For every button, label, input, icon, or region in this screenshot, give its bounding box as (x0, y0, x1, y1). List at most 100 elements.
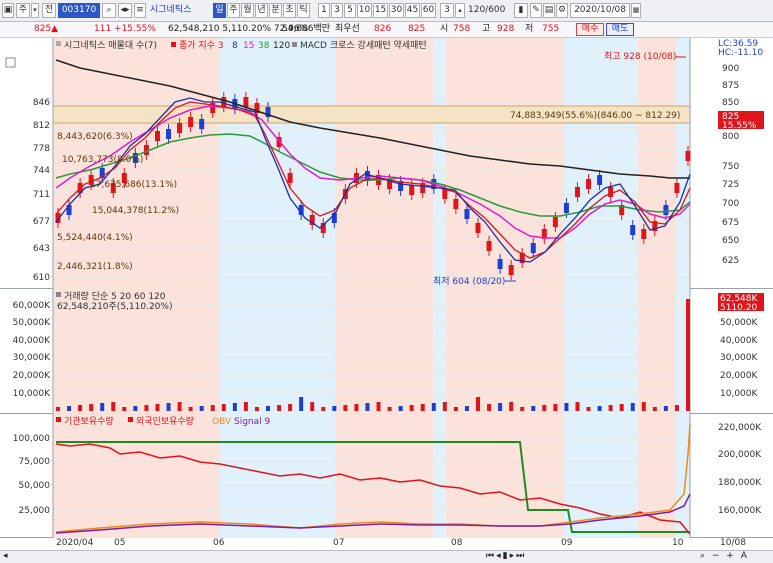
legend-signal: Signal 9 (234, 417, 271, 427)
tool-icon[interactable]: ✎ (530, 3, 542, 18)
min-5[interactable]: 5 (344, 3, 356, 18)
tab-minute[interactable]: 분 (269, 3, 282, 18)
price-change: 111 +15.55% (94, 24, 156, 34)
stock-code-input[interactable]: 003170 (58, 3, 100, 18)
candle-body (409, 185, 415, 195)
candle-body (608, 187, 614, 197)
band-shade (433, 38, 446, 289)
volume-bar (442, 402, 447, 411)
volume-bar (354, 404, 359, 411)
volume-bar (420, 404, 425, 411)
tab-week-left[interactable]: 주 (16, 3, 30, 18)
volume-bar (155, 404, 160, 411)
count-input[interactable]: 3 (440, 3, 454, 18)
date-input[interactable]: 2020/10/08 (570, 3, 630, 18)
candle-body (530, 243, 536, 253)
volume-bar (266, 406, 270, 411)
legend-box-icon (128, 417, 133, 422)
dropdown-icon[interactable]: ▾ (31, 3, 39, 18)
candle-body (177, 123, 183, 133)
y-tick: 75,000 (19, 457, 51, 467)
legend-ma8: 8 (232, 41, 238, 51)
trade-amount: 54,686백만 (282, 24, 331, 34)
tab-year[interactable]: 년 (255, 3, 268, 18)
vp-label: 8,443,620(6.3%) (57, 132, 133, 142)
min-label: 최저 604 (08/20) (433, 276, 505, 287)
y-tick: 100,000 (13, 434, 50, 444)
layout-icon[interactable]: ▣ (2, 3, 14, 18)
price-chart: 시그네틱스 매물대 수(7) 종가 지수 3 8 15 38 120 MACD … (5, 38, 764, 289)
y-tick: 643 (33, 244, 50, 254)
chart-type-icon[interactable]: ▮ (514, 3, 528, 18)
flow-pane[interactable]: 기관보유수량 외국인보유수량 OBV Signal 9 100,000 75,0… (0, 414, 773, 538)
y-tick-right: 10,000K (720, 389, 758, 399)
volume-bar (365, 403, 370, 411)
volume-bar (398, 406, 403, 411)
volume-bar (288, 404, 293, 411)
volume-bar (254, 407, 259, 411)
y-tick-right: 800 (722, 132, 739, 142)
nav-controls-icon[interactable]: ⏮◂▮▸⏭ (486, 551, 526, 561)
min-15[interactable]: 15 (373, 3, 388, 18)
tab-tick[interactable]: 틱 (297, 3, 310, 18)
volume-chart: 거래량 단순 5 20 60 120 62,548,210주(5,110.20%… (13, 289, 764, 414)
candle-body (508, 265, 514, 275)
min-45[interactable]: 45 (405, 3, 420, 18)
flow-chart: 기관보유수량 외국인보유수량 OBV Signal 9 100,000 75,0… (13, 414, 762, 538)
y-tick: 610 (33, 273, 50, 283)
spinner-icon[interactable]: ▴ (455, 3, 465, 18)
open-price: 758 (453, 24, 471, 34)
legend-box-icon (56, 41, 61, 46)
y-tick-right: 180,000K (718, 478, 762, 488)
min-30[interactable]: 30 (389, 3, 404, 18)
scroll-bar[interactable]: ◂ ⏮◂▮▸⏭ ⌕ − + A (0, 550, 773, 563)
volume-bar (188, 407, 193, 411)
tab-month[interactable]: 월 (241, 3, 254, 18)
min-1[interactable]: 1 (318, 3, 330, 18)
volume-bar (464, 406, 469, 411)
y-tick: 711 (33, 190, 50, 200)
min-10[interactable]: 10 (357, 3, 372, 18)
volume-bar (210, 405, 215, 411)
low-label: 저 (525, 24, 534, 34)
volume-bar (476, 397, 480, 411)
stock-name[interactable]: 시그네틱스 (150, 3, 212, 18)
y-tick: 10,000K (13, 389, 51, 399)
x-tick: 08 (451, 538, 463, 548)
tab-all[interactable]: 전 (42, 3, 56, 18)
volume-bar (166, 403, 171, 411)
candle-body (497, 259, 503, 269)
volume-bar (608, 405, 613, 411)
vp-label: 2,446,321(1.8%) (57, 262, 133, 272)
y-tick: 677 (33, 217, 50, 227)
gear-icon[interactable]: ⚙ (556, 3, 568, 18)
legend-institution: 기관보유수량 (64, 415, 114, 427)
scroll-left-icon[interactable]: ◂ (3, 551, 8, 561)
filter-icon[interactable]: ≡ (134, 3, 146, 18)
sell-button[interactable]: 매도 (606, 23, 634, 36)
zoom-icon[interactable]: ⌕ − + A (700, 551, 749, 561)
candle-body (674, 183, 680, 193)
calendar-icon[interactable]: ▦ (631, 3, 641, 18)
buy-button[interactable]: 매수 (576, 23, 604, 36)
candle-body (685, 151, 691, 161)
volume-pane[interactable]: 거래량 단순 5 20 60 120 62,548,210주(5,110.20%… (0, 289, 773, 414)
volume-bar (409, 405, 414, 411)
y-tick-right: 20,000K (720, 371, 758, 381)
tab-week[interactable]: 주 (227, 3, 240, 18)
min-60[interactable]: 60 (421, 3, 436, 18)
y-tick: 778 (33, 144, 50, 154)
min-3[interactable]: 3 (331, 3, 343, 18)
y-tick: 25,000 (19, 506, 51, 516)
volume-bar (542, 405, 547, 411)
save-icon[interactable]: ▤ (543, 3, 555, 18)
volume-bar (177, 402, 182, 411)
prev-next-icon[interactable]: ◂▸ (118, 3, 132, 18)
tab-second[interactable]: 초 (283, 3, 296, 18)
count-page: 120/600 (468, 5, 506, 15)
price-pane[interactable]: 시그네틱스 매물대 수(7) 종가 지수 3 8 15 38 120 MACD … (0, 38, 773, 289)
search-icon[interactable]: ⌕ (102, 3, 116, 18)
legend-box-icon (56, 292, 61, 297)
y-tick-right: 625 (722, 256, 739, 266)
tab-day[interactable]: 일 (213, 3, 226, 18)
